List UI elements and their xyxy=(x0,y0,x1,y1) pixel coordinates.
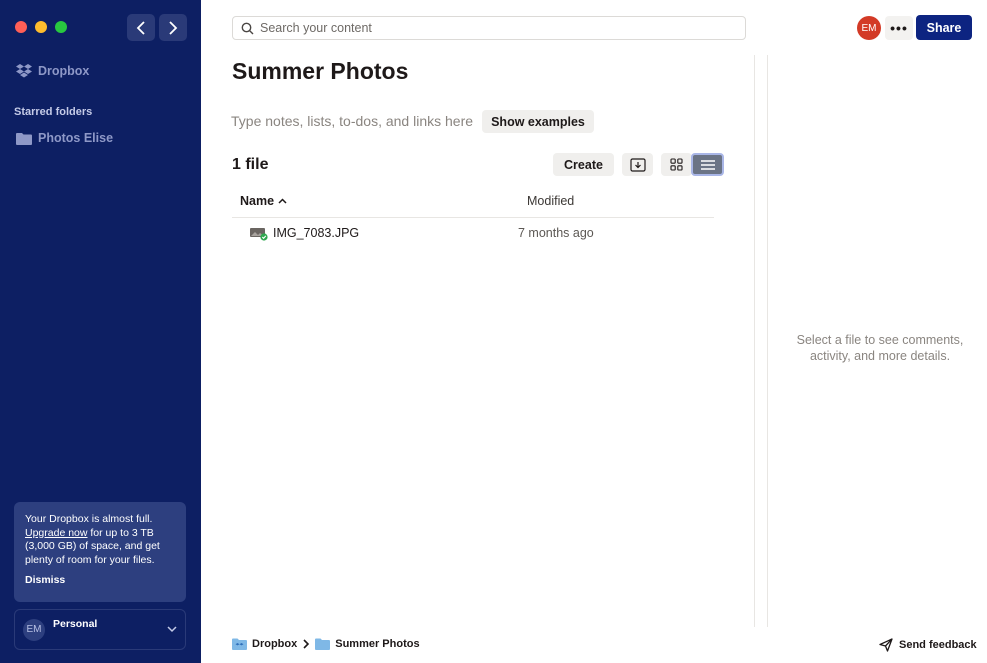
column-name-label: Name xyxy=(240,194,275,208)
chevron-right-icon xyxy=(169,20,178,35)
close-window-button[interactable] xyxy=(15,21,27,33)
minimize-window-button[interactable] xyxy=(35,21,47,33)
preview-view-icon xyxy=(629,157,646,172)
send-feedback-button[interactable]: Send feedback xyxy=(879,638,977,652)
sort-ascending-icon xyxy=(278,198,287,204)
send-icon xyxy=(879,638,893,652)
send-feedback-label: Send feedback xyxy=(899,639,977,651)
chevron-down-icon xyxy=(167,626,177,633)
breadcrumb-item-dropbox[interactable]: Dropbox xyxy=(232,638,297,650)
page-title: Summer Photos xyxy=(232,58,409,84)
breadcrumb-label: Summer Photos xyxy=(335,638,420,650)
account-name: Personal xyxy=(53,617,98,630)
file-count: 1 file xyxy=(232,156,269,173)
panel-divider[interactable] xyxy=(754,55,768,627)
folder-icon xyxy=(16,132,32,145)
back-button[interactable] xyxy=(127,14,155,41)
search-input[interactable]: Search your content xyxy=(232,16,746,40)
table-divider xyxy=(232,217,714,218)
more-options-button[interactable]: ••• xyxy=(885,16,913,40)
user-avatar[interactable]: EM xyxy=(857,16,881,40)
storage-upgrade-card: Your Dropbox is almost full. Upgrade now… xyxy=(14,502,186,602)
list-view-icon xyxy=(700,159,715,170)
column-header-name[interactable]: Name xyxy=(240,194,287,208)
file-name: IMG_7083.JPG xyxy=(273,226,360,240)
dropbox-folder-icon xyxy=(232,638,247,650)
table-row[interactable]: IMG_7083.JPG 7 months ago xyxy=(232,219,714,247)
grid-view-button[interactable] xyxy=(661,153,692,176)
details-panel-message: Select a file to see comments, activity,… xyxy=(796,333,964,363)
preview-view-button[interactable] xyxy=(622,153,653,176)
chevron-right-icon xyxy=(303,639,310,649)
column-header-modified[interactable]: Modified xyxy=(527,194,574,208)
sidebar-item-photos-elise[interactable]: Photos Elise xyxy=(16,131,113,145)
breadcrumb: Dropbox Summer Photos xyxy=(232,638,420,650)
show-examples-button[interactable]: Show examples xyxy=(482,110,594,133)
sidebar-item-label: Photos Elise xyxy=(38,131,114,145)
image-file-icon xyxy=(250,228,268,241)
forward-button[interactable] xyxy=(159,14,187,41)
dropbox-logo-icon xyxy=(16,64,32,78)
folder-notes-input[interactable]: Type notes, lists, to-dos, and links her… xyxy=(231,113,473,129)
folder-icon xyxy=(315,638,331,650)
list-view-button[interactable] xyxy=(691,153,724,176)
account-switcher[interactable]: EM Personal xyxy=(14,609,186,650)
account-avatar: EM xyxy=(23,618,45,641)
starred-folders-heading: Starred folders xyxy=(14,106,93,118)
sidebar: Dropbox Starred folders Photos Elise You… xyxy=(0,0,201,663)
grid-view-icon xyxy=(670,158,683,171)
share-button[interactable]: Share xyxy=(916,15,972,40)
sidebar-home-link[interactable]: Dropbox xyxy=(16,64,89,78)
chevron-left-icon xyxy=(136,20,145,35)
dismiss-button[interactable]: Dismiss xyxy=(25,574,175,588)
zoom-window-button[interactable] xyxy=(55,21,67,33)
file-modified: 7 months ago xyxy=(518,226,594,240)
search-placeholder: Search your content xyxy=(260,21,372,35)
search-icon xyxy=(241,22,254,34)
upgrade-now-link[interactable]: Upgrade now xyxy=(25,527,87,539)
storage-warning-text: Your Dropbox is almost full. xyxy=(25,513,153,525)
breadcrumb-item-summer-photos[interactable]: Summer Photos xyxy=(315,638,420,650)
create-button[interactable]: Create xyxy=(553,153,614,176)
breadcrumb-label: Dropbox xyxy=(252,638,298,650)
brand-label: Dropbox xyxy=(38,64,90,78)
